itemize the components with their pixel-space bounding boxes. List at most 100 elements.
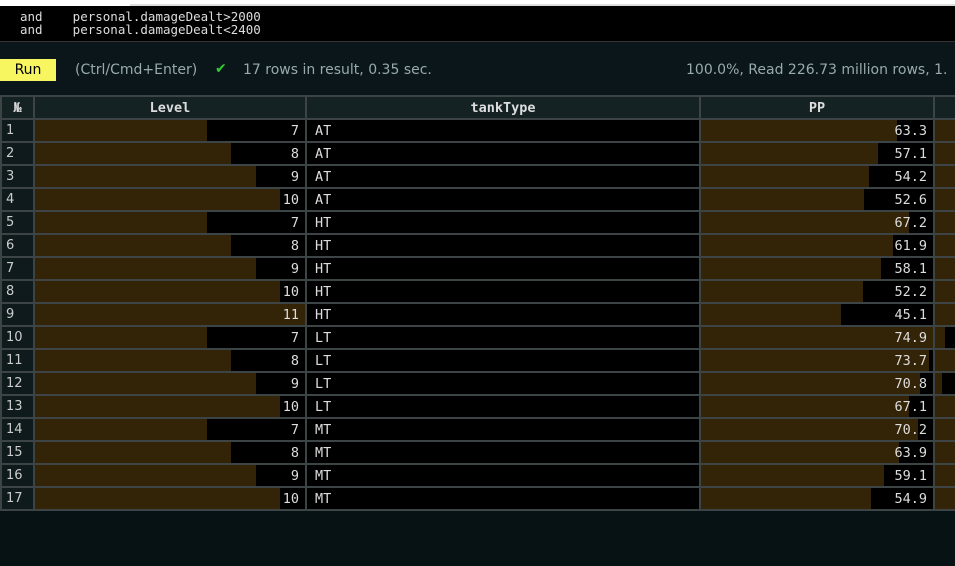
- table-row: 9 11 HT 45.1: [0, 302, 955, 327]
- level-value: 8: [290, 352, 299, 369]
- tanktype-cell: LT: [305, 394, 701, 419]
- level-cell: 7: [33, 118, 307, 143]
- extra-bar: [936, 121, 955, 140]
- tanktype-cell: MT: [305, 417, 701, 442]
- pp-value: 52.2: [894, 283, 927, 300]
- level-bar: [36, 328, 207, 347]
- pp-bar: [702, 121, 898, 140]
- level-cell: 10: [33, 394, 307, 419]
- toolbar: Run (Ctrl/Cmd+Enter) ✔ 17 rows in result…: [0, 41, 955, 96]
- extra-cell: [933, 371, 955, 396]
- pp-bar: [702, 282, 863, 301]
- extra-cell: [933, 417, 955, 442]
- extra-bar: [936, 282, 955, 301]
- pp-value: 70.2: [894, 421, 927, 438]
- level-cell: 10: [33, 187, 307, 212]
- row-number-cell: 4: [0, 187, 35, 212]
- extra-cell: [933, 486, 955, 511]
- run-button[interactable]: Run: [0, 59, 56, 81]
- tanktype-cell: LT: [305, 371, 701, 396]
- pp-value: 63.9: [894, 444, 927, 461]
- tanktype-cell: HT: [305, 302, 701, 327]
- extra-cell: [933, 164, 955, 189]
- tanktype-cell: AT: [305, 187, 701, 212]
- pp-cell: 67.1: [699, 394, 935, 419]
- tanktype-cell: LT: [305, 325, 701, 350]
- table-row: 10 7 LT 74.9: [0, 325, 955, 350]
- row-number-cell: 14: [0, 417, 35, 442]
- row-number-cell: 3: [0, 164, 35, 189]
- pp-value: 52.6: [894, 191, 927, 208]
- row-number-cell: 13: [0, 394, 35, 419]
- table-row: 16 9 MT 59.1: [0, 463, 955, 488]
- level-value: 10: [282, 191, 299, 208]
- extra-cell: [933, 440, 955, 465]
- pp-value: 54.2: [894, 168, 927, 185]
- row-number-cell: 1: [0, 118, 35, 143]
- header-tanktype[interactable]: tankType: [305, 95, 701, 120]
- pp-value: 58.1: [894, 260, 927, 277]
- tanktype-cell: LT: [305, 348, 701, 373]
- extra-cell: [933, 302, 955, 327]
- header-extra[interactable]: [933, 95, 955, 120]
- tanktype-cell: MT: [305, 486, 701, 511]
- tanktype-cell: HT: [305, 256, 701, 281]
- level-value: 9: [290, 260, 299, 277]
- extra-cell: [933, 325, 955, 350]
- pp-cell: 63.3: [699, 118, 935, 143]
- level-bar: [36, 351, 232, 370]
- row-number-cell: 9: [0, 302, 35, 327]
- level-bar: [36, 305, 304, 324]
- pp-cell: 70.8: [699, 371, 935, 396]
- level-value: 8: [290, 145, 299, 162]
- query-editor[interactable]: and personal.damageDealt>2000 and person…: [0, 6, 955, 41]
- level-cell: 9: [33, 256, 307, 281]
- pp-value: 67.2: [894, 214, 927, 231]
- level-value: 9: [290, 467, 299, 484]
- pp-bar: [702, 489, 872, 508]
- tanktype-cell: AT: [305, 164, 701, 189]
- extra-bar: [936, 167, 955, 186]
- pp-cell: 61.9: [699, 233, 935, 258]
- pp-value: 74.9: [894, 329, 927, 346]
- level-cell: 9: [33, 463, 307, 488]
- pp-bar: [702, 144, 878, 163]
- level-bar: [36, 282, 281, 301]
- header-pp[interactable]: PP: [699, 95, 935, 120]
- level-cell: 7: [33, 325, 307, 350]
- pp-bar: [702, 420, 919, 439]
- extra-bar: [936, 443, 955, 462]
- pp-bar: [702, 259, 882, 278]
- pp-cell: 52.6: [699, 187, 935, 212]
- pp-value: 61.9: [894, 237, 927, 254]
- pp-cell: 45.1: [699, 302, 935, 327]
- level-cell: 9: [33, 371, 307, 396]
- pp-cell: 73.7: [699, 348, 935, 373]
- table-row: 13 10 LT 67.1: [0, 394, 955, 419]
- pp-cell: 58.1: [699, 256, 935, 281]
- level-value: 7: [290, 329, 299, 346]
- level-bar: [36, 397, 281, 416]
- extra-bar: [936, 397, 955, 416]
- row-number-cell: 17: [0, 486, 35, 511]
- extra-cell: [933, 118, 955, 143]
- level-cell: 9: [33, 164, 307, 189]
- pp-bar: [702, 190, 864, 209]
- level-value: 10: [282, 283, 299, 300]
- table-row: 14 7 MT 70.2: [0, 417, 955, 442]
- level-cell: 8: [33, 141, 307, 166]
- tanktype-cell: HT: [305, 233, 701, 258]
- level-value: 7: [290, 421, 299, 438]
- header-level[interactable]: Level: [33, 95, 307, 120]
- extra-bar: [936, 144, 955, 163]
- table-row: 6 8 HT 61.9: [0, 233, 955, 258]
- level-value: 8: [290, 237, 299, 254]
- row-number-cell: 15: [0, 440, 35, 465]
- tanktype-cell: MT: [305, 440, 701, 465]
- table-row: 1 7 AT 63.3: [0, 118, 955, 143]
- extra-cell: [933, 279, 955, 304]
- pp-bar: [702, 443, 899, 462]
- table-row: 15 8 MT 63.9: [0, 440, 955, 465]
- level-cell: 8: [33, 440, 307, 465]
- row-number-cell: 12: [0, 371, 35, 396]
